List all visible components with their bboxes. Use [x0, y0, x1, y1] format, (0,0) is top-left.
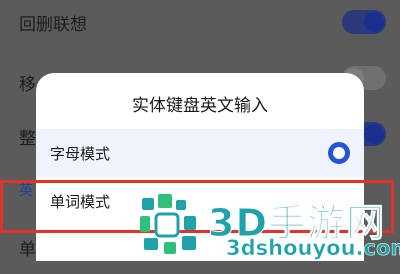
toggle-knob	[364, 124, 384, 144]
toggle-switch[interactable]	[342, 10, 386, 34]
setting-label: 移	[19, 75, 36, 95]
watermark-url: 3dshouyou.com	[226, 236, 400, 261]
setting-row-backspace-suggest[interactable]: 回删联想	[0, 0, 400, 44]
setting-label: 回删联想	[19, 15, 87, 35]
option-letter-mode[interactable]: 字母模式	[36, 129, 364, 177]
dialog-title: 实体键盘英文输入	[132, 96, 268, 116]
radio-selected-icon[interactable]	[328, 142, 350, 164]
settings-page: 回删联想 移 整 英 单词追加空格 实体键盘英文输入 字母模式 单词模式	[0, 0, 400, 261]
setting-label: 整	[19, 129, 36, 149]
toggle-knob	[364, 12, 384, 32]
watermark-logo-icon	[140, 194, 196, 254]
watermark: 3D手游网 3dshouyou.com	[138, 192, 400, 261]
option-label: 字母模式	[50, 145, 111, 163]
